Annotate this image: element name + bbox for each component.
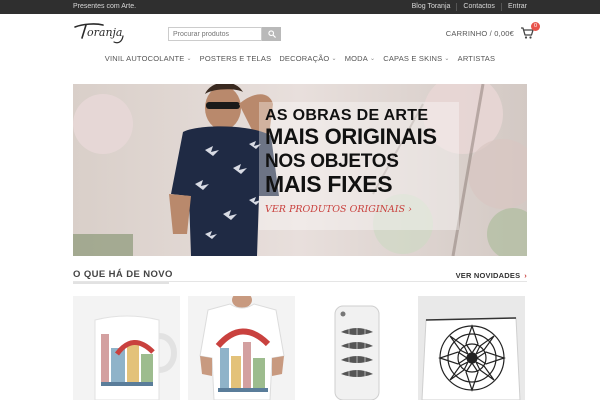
nav-item-decoracao[interactable]: DECORAÇÃO ⌄ <box>279 54 336 63</box>
product-card-phone-case[interactable] <box>303 296 410 400</box>
search-input[interactable] <box>168 27 262 41</box>
product-grid <box>73 296 527 400</box>
nav-label: MODA <box>344 54 368 63</box>
nav-label: DECORAÇÃO <box>279 54 330 63</box>
chevron-right-icon: › <box>524 271 527 280</box>
section-title: O QUE HÁ DE NOVO <box>73 269 173 284</box>
top-links: Blog Toranja Contactos Entrar <box>406 3 527 11</box>
hero-line-2: MAIS ORIGINAIS <box>265 124 437 149</box>
tshirt-product-image <box>188 296 295 400</box>
nav-label: CAPAS E SKINS <box>383 54 443 63</box>
hero-line-3: NOS OBJETOS <box>265 151 399 172</box>
cart-label[interactable]: CARRINHO / 0,00€ <box>446 29 514 38</box>
hero-line-1: AS OBRAS DE ARTE <box>265 107 429 124</box>
login-link[interactable]: Entrar <box>500 3 527 11</box>
logo-mark: oranja <box>74 23 124 44</box>
blog-link[interactable]: Blog Toranja <box>406 3 457 11</box>
cart[interactable]: CARRINHO / 0,00€ 0 <box>446 22 540 40</box>
svg-text:oranja: oranja <box>87 26 123 39</box>
nav-label: VINIL AUTOCOLANTE <box>104 54 185 63</box>
hero-line-4: MAIS FIXES <box>265 171 393 197</box>
top-bar: Presentes com Arte. Blog Toranja Contact… <box>0 0 600 14</box>
product-card-mug[interactable] <box>73 296 180 400</box>
main-nav: VINIL AUTOCOLANTE ⌄ POSTERS E TELAS DECOR… <box>0 54 600 63</box>
chevron-down-icon: ⌄ <box>331 56 337 62</box>
phone-case-product-image <box>303 296 410 400</box>
nav-label: ARTISTAS <box>457 54 496 63</box>
search-button[interactable] <box>262 27 281 41</box>
chevron-down-icon: ⌄ <box>444 56 450 62</box>
chevron-down-icon: ⌄ <box>186 56 192 62</box>
nav-item-capas[interactable]: CAPAS E SKINS ⌄ <box>383 54 449 63</box>
search-icon <box>267 30 276 38</box>
pouch-product-image <box>418 296 525 400</box>
site-logo[interactable]: oranja <box>73 20 133 46</box>
contacts-link[interactable]: Contactos <box>456 3 501 11</box>
new-products-header: O QUE HÁ DE NOVO VER NOVIDADES › <box>73 266 527 284</box>
see-news-link[interactable]: VER NOVIDADES › <box>456 271 527 280</box>
nav-item-moda[interactable]: MODA ⌄ <box>345 54 376 63</box>
cart-count-badge: 0 <box>531 22 540 31</box>
mug-product-image <box>73 296 180 400</box>
see-news-label: VER NOVIDADES <box>455 271 521 280</box>
hero-banner[interactable]: AS OBRAS DE ARTE MAIS ORIGINAIS NOS OBJE… <box>73 84 527 256</box>
hero-headline: AS OBRAS DE ARTE MAIS ORIGINAIS NOS OBJE… <box>265 108 437 196</box>
chevron-down-icon: ⌄ <box>370 56 376 62</box>
product-card-tshirt[interactable] <box>188 296 295 400</box>
hero-cta-link[interactable]: VER PRODUTOS ORIGINAIS › <box>265 204 412 215</box>
search-bar <box>168 27 281 41</box>
nav-item-artistas[interactable]: ARTISTAS <box>458 54 496 63</box>
product-card-pouch[interactable] <box>418 296 525 400</box>
cart-icon[interactable]: 0 <box>520 22 540 40</box>
nav-item-vinil[interactable]: VINIL AUTOCOLANTE ⌄ <box>105 54 192 63</box>
tagline: Presentes com Arte. <box>73 3 137 10</box>
nav-label: POSTERS E TELAS <box>199 54 272 63</box>
nav-item-posters[interactable]: POSTERS E TELAS <box>200 54 272 63</box>
